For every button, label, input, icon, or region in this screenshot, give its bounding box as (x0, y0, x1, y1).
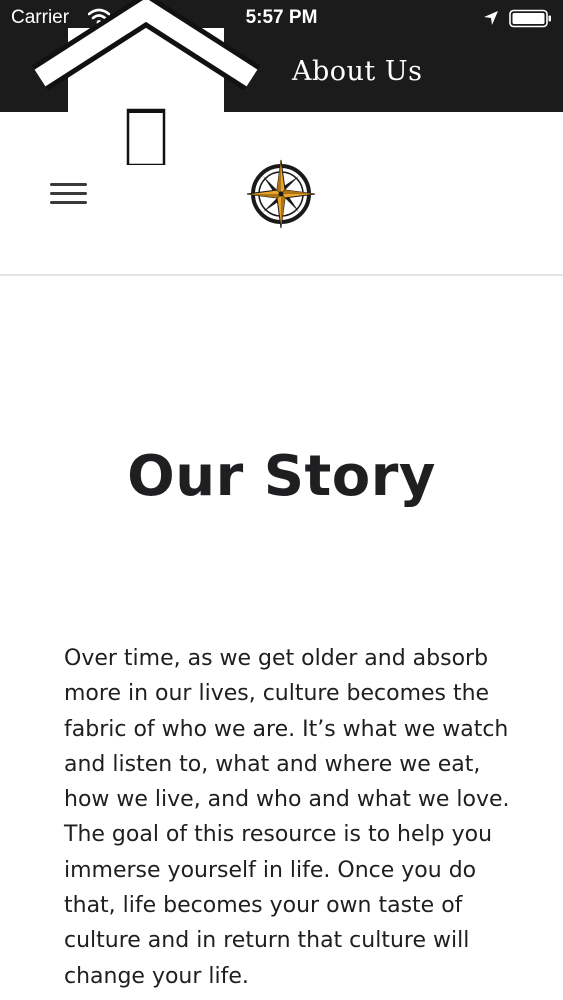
nav-title: About Us (292, 56, 423, 87)
main-content: Our Story Over time, as we get older and… (0, 276, 563, 1000)
battery-icon (509, 9, 551, 28)
house-icon[interactable] (28, 0, 268, 165)
location-arrow-icon (484, 11, 498, 25)
compass-rose-icon[interactable] (245, 158, 317, 230)
hamburger-menu-icon[interactable] (44, 176, 94, 212)
story-paragraph: Over time, as we get older and absorb mo… (64, 646, 510, 989)
page-heading: Our Story (127, 444, 436, 509)
